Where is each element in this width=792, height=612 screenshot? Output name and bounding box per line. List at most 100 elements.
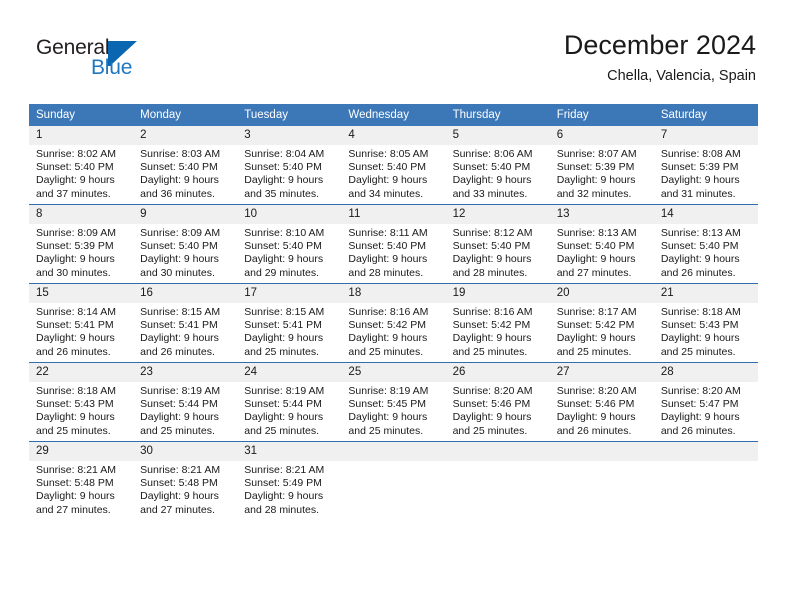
day-cell[interactable]: 4 Sunrise: 8:05 AM Sunset: 5:40 PM Dayli… (341, 126, 446, 205)
day-details: Sunrise: 8:16 AM Sunset: 5:42 PM Dayligh… (446, 303, 550, 359)
day-cell[interactable]: 13 Sunrise: 8:13 AM Sunset: 5:40 PM Dayl… (549, 204, 654, 284)
sunset-text: Sunset: 5:42 PM (556, 319, 635, 332)
day-cell[interactable]: 28 Sunrise: 8:20 AM Sunset: 5:47 PM Dayl… (653, 362, 758, 442)
daylight-text-line2: and 28 minutes. (452, 266, 528, 279)
daylight-text-line2: and 25 minutes. (244, 424, 319, 437)
day-cell[interactable]: 24 Sunrise: 8:19 AM Sunset: 5:44 PM Dayl… (237, 362, 342, 442)
day-cell-empty (549, 441, 654, 520)
daylight-text-line1: Daylight: 9 hours (556, 411, 636, 424)
day-cell[interactable]: 5 Sunrise: 8:06 AM Sunset: 5:40 PM Dayli… (445, 126, 550, 205)
daylight-text-line1: Daylight: 9 hours (452, 174, 532, 187)
sunrise-text: Sunrise: 8:14 AM (36, 306, 116, 318)
day-number: 28 (653, 363, 758, 382)
day-details (446, 461, 550, 464)
day-details: Sunrise: 8:13 AM Sunset: 5:40 PM Dayligh… (654, 224, 758, 280)
day-number: 21 (653, 284, 758, 303)
day-cell[interactable]: 26 Sunrise: 8:20 AM Sunset: 5:46 PM Dayl… (445, 362, 550, 442)
day-details: Sunrise: 8:03 AM Sunset: 5:40 PM Dayligh… (133, 145, 237, 201)
day-cell[interactable]: 30 Sunrise: 8:21 AM Sunset: 5:48 PM Dayl… (133, 441, 238, 520)
day-cell[interactable]: 21 Sunrise: 8:18 AM Sunset: 5:43 PM Dayl… (653, 283, 758, 363)
day-cell[interactable]: 9 Sunrise: 8:09 AM Sunset: 5:40 PM Dayli… (133, 204, 238, 284)
day-cell[interactable]: 23 Sunrise: 8:19 AM Sunset: 5:44 PM Dayl… (133, 362, 238, 442)
day-cell[interactable]: 15 Sunrise: 8:14 AM Sunset: 5:41 PM Dayl… (29, 283, 134, 363)
day-cell[interactable]: 29 Sunrise: 8:21 AM Sunset: 5:48 PM Dayl… (29, 441, 134, 520)
title-block: December 2024 Chella, Valencia, Spain (564, 28, 756, 86)
day-cell[interactable]: 22 Sunrise: 8:18 AM Sunset: 5:43 PM Dayl… (29, 362, 134, 442)
daylight-text-line1: Daylight: 9 hours (36, 411, 115, 424)
day-cell[interactable]: 12 Sunrise: 8:12 AM Sunset: 5:40 PM Dayl… (445, 204, 550, 284)
daylight-text-line1: Daylight: 9 hours (348, 332, 428, 345)
day-number: 8 (29, 205, 134, 224)
sunset-text: Sunset: 5:47 PM (660, 398, 739, 411)
sunrise-text: Sunrise: 8:02 AM (36, 148, 116, 160)
daylight-text-line2: and 25 minutes. (348, 345, 424, 358)
day-number: 27 (549, 363, 654, 382)
daylight-text-line2: and 25 minutes. (660, 345, 736, 358)
daylight-text-line2: and 26 minutes. (660, 266, 736, 279)
day-details: Sunrise: 8:06 AM Sunset: 5:40 PM Dayligh… (446, 145, 550, 201)
sunset-text: Sunset: 5:41 PM (36, 319, 114, 332)
sunset-text: Sunset: 5:41 PM (140, 319, 218, 332)
day-number: 15 (29, 284, 134, 303)
sunset-text: Sunset: 5:40 PM (348, 161, 427, 174)
day-cell[interactable]: 8 Sunrise: 8:09 AM Sunset: 5:39 PM Dayli… (29, 204, 134, 284)
day-details: Sunrise: 8:21 AM Sunset: 5:48 PM Dayligh… (133, 461, 237, 517)
day-cell[interactable]: 6 Sunrise: 8:07 AM Sunset: 5:39 PM Dayli… (549, 126, 654, 205)
logo-text-blue: Blue (91, 56, 133, 79)
day-cell[interactable]: 25 Sunrise: 8:19 AM Sunset: 5:45 PM Dayl… (341, 362, 446, 442)
sunset-text: Sunset: 5:42 PM (452, 319, 531, 332)
daylight-text-line2: and 26 minutes. (140, 345, 215, 358)
day-number: 31 (237, 442, 342, 461)
day-cell[interactable]: 14 Sunrise: 8:13 AM Sunset: 5:40 PM Dayl… (653, 204, 758, 284)
day-cell[interactable]: 20 Sunrise: 8:17 AM Sunset: 5:42 PM Dayl… (549, 283, 654, 363)
calendar-page: General Blue December 2024 Chella, Valen… (0, 0, 792, 612)
day-number: 3 (237, 126, 342, 145)
sunset-text: Sunset: 5:49 PM (244, 477, 322, 490)
daylight-text-line1: Daylight: 9 hours (36, 253, 115, 266)
day-details: Sunrise: 8:16 AM Sunset: 5:42 PM Dayligh… (341, 303, 445, 359)
day-cell[interactable]: 17 Sunrise: 8:15 AM Sunset: 5:41 PM Dayl… (237, 283, 342, 363)
day-number: 5 (445, 126, 550, 145)
daylight-text-line1: Daylight: 9 hours (660, 174, 740, 187)
day-number: 14 (653, 205, 758, 224)
daylight-text-line1: Daylight: 9 hours (348, 411, 428, 424)
day-cell[interactable]: 7 Sunrise: 8:08 AM Sunset: 5:39 PM Dayli… (653, 126, 758, 205)
daylight-text-line2: and 31 minutes. (660, 187, 736, 200)
day-number: 13 (549, 205, 654, 224)
day-cell[interactable]: 3 Sunrise: 8:04 AM Sunset: 5:40 PM Dayli… (237, 126, 342, 205)
sunrise-text: Sunrise: 8:10 AM (244, 227, 325, 239)
sunrise-text: Sunrise: 8:20 AM (452, 385, 533, 397)
day-details: Sunrise: 8:12 AM Sunset: 5:40 PM Dayligh… (446, 224, 550, 280)
day-details: Sunrise: 8:14 AM Sunset: 5:41 PM Dayligh… (29, 303, 133, 359)
day-cell[interactable]: 16 Sunrise: 8:15 AM Sunset: 5:41 PM Dayl… (133, 283, 238, 363)
page-header: General Blue December 2024 Chella, Valen… (0, 0, 792, 100)
day-cell[interactable]: 1 Sunrise: 8:02 AM Sunset: 5:40 PM Dayli… (29, 126, 134, 205)
day-cell[interactable]: 31 Sunrise: 8:21 AM Sunset: 5:49 PM Dayl… (237, 441, 342, 520)
day-cell[interactable]: 27 Sunrise: 8:20 AM Sunset: 5:46 PM Dayl… (549, 362, 654, 442)
sunrise-text: Sunrise: 8:13 AM (660, 227, 741, 239)
day-number: 19 (445, 284, 550, 303)
sunset-text: Sunset: 5:41 PM (244, 319, 322, 332)
daylight-text-line1: Daylight: 9 hours (244, 174, 324, 187)
daylight-text-line2: and 27 minutes. (36, 503, 111, 516)
day-cell[interactable]: 11 Sunrise: 8:11 AM Sunset: 5:40 PM Dayl… (341, 204, 446, 284)
day-number: 20 (549, 284, 654, 303)
daylight-text-line2: and 25 minutes. (348, 424, 424, 437)
daylight-text-line2: and 26 minutes. (660, 424, 736, 437)
general-blue-logo[interactable]: General Blue (36, 36, 206, 88)
day-details (654, 461, 758, 464)
day-number: 1 (29, 126, 134, 145)
day-cell[interactable]: 18 Sunrise: 8:16 AM Sunset: 5:42 PM Dayl… (341, 283, 446, 363)
calendar-week-row: 15 Sunrise: 8:14 AM Sunset: 5:41 PM Dayl… (29, 283, 758, 363)
calendar-week-row: 1 Sunrise: 8:02 AM Sunset: 5:40 PM Dayli… (29, 126, 758, 205)
sunrise-sunset-calendar: Sunday Monday Tuesday Wednesday Thursday… (29, 104, 758, 520)
day-cell[interactable]: 10 Sunrise: 8:10 AM Sunset: 5:40 PM Dayl… (237, 204, 342, 284)
daylight-text-line1: Daylight: 9 hours (244, 332, 324, 345)
day-cell[interactable]: 2 Sunrise: 8:03 AM Sunset: 5:40 PM Dayli… (133, 126, 238, 205)
sunrise-text: Sunrise: 8:03 AM (140, 148, 221, 160)
daylight-text-line1: Daylight: 9 hours (452, 332, 532, 345)
day-details: Sunrise: 8:02 AM Sunset: 5:40 PM Dayligh… (29, 145, 133, 201)
day-cell[interactable]: 19 Sunrise: 8:16 AM Sunset: 5:42 PM Dayl… (445, 283, 550, 363)
sunset-text: Sunset: 5:44 PM (140, 398, 218, 411)
daylight-text-line2: and 34 minutes. (348, 187, 424, 200)
